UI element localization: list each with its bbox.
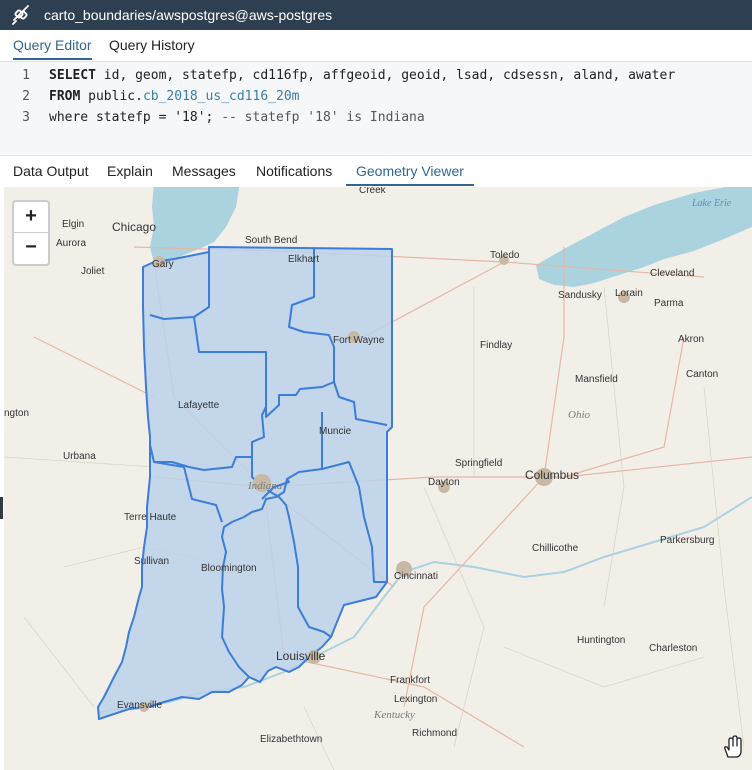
label-huntington: Huntington	[577, 635, 625, 646]
sql-semicolon: ;	[205, 110, 222, 125]
label-lake-erie: Lake Erie	[691, 198, 732, 209]
tab-data-output[interactable]: Data Output	[13, 156, 89, 186]
label-ohio: Ohio	[568, 409, 591, 421]
tab-query-editor[interactable]: Query Editor	[13, 30, 92, 60]
label-cleveland: Cleveland	[650, 268, 694, 279]
connection-title: carto_boundaries/awspostgres@aws-postgre…	[44, 7, 333, 23]
label-louisville: Louisville	[276, 649, 326, 663]
label-south-bend: South Bend	[245, 235, 297, 246]
line-number: 1	[22, 68, 30, 83]
label-springfield: Springfield	[455, 458, 502, 469]
label-creek: Creek	[359, 187, 387, 196]
geometry-map[interactable]: Chicago Elgin Aurora Joliet Gary South B…	[4, 187, 752, 770]
label-richmond: Richmond	[412, 728, 457, 739]
label-akron: Akron	[678, 334, 704, 345]
label-cincinnati: Cincinnati	[394, 571, 438, 582]
sql-keyword: where	[49, 110, 89, 125]
sql-editor[interactable]: 1 2 3 SELECT id, geom, statefp, cd116fp,…	[0, 62, 752, 154]
label-lafayette: Lafayette	[178, 400, 220, 411]
label-lorain: Lorain	[615, 288, 643, 299]
label-lexington: Lexington	[394, 694, 437, 705]
label-sandusky: Sandusky	[558, 290, 602, 301]
tab-query-history[interactable]: Query History	[109, 30, 195, 60]
sql-condition: statefp =	[88, 110, 175, 125]
query-tabs: Query Editor Query History	[0, 30, 752, 62]
title-bar: carto_boundaries/awspostgres@aws-postgre…	[0, 0, 752, 30]
code-line-1[interactable]: SELECT id, geom, statefp, cd116fp, affge…	[49, 65, 675, 86]
label-fort-wayne: Fort Wayne	[333, 335, 385, 346]
map-canvas[interactable]: Chicago Elgin Aurora Joliet Gary South B…	[4, 187, 752, 770]
label-charleston: Charleston	[649, 643, 697, 654]
label-gary: Gary	[152, 259, 174, 270]
splitter-handle[interactable]	[0, 497, 3, 519]
tab-explain[interactable]: Explain	[107, 156, 153, 186]
label-toledo: Toledo	[490, 250, 520, 261]
label-parkersburg: Parkersburg	[660, 535, 714, 546]
zoom-control: + −	[12, 200, 50, 266]
label-chicago: Chicago	[112, 220, 156, 234]
label-terre-haute: Terre Haute	[124, 512, 177, 523]
zoom-in-button[interactable]: +	[14, 202, 48, 233]
pan-hand-icon	[724, 735, 742, 758]
label-kentucky: Kentucky	[373, 709, 415, 721]
code-line-3[interactable]: where statefp = '18'; -- statefp '18' is…	[49, 107, 425, 128]
label-mansfield: Mansfield	[575, 374, 618, 385]
sql-string: '18'	[174, 110, 206, 125]
result-tabs: Data Output Explain Messages Notificatio…	[0, 155, 752, 187]
sql-columns: id, geom, statefp, cd116fp, affgeoid, ge…	[95, 68, 676, 83]
line-number: 3	[22, 110, 30, 125]
label-joliet: Joliet	[81, 266, 105, 277]
line-number: 2	[22, 89, 30, 104]
label-dayton: Dayton	[428, 477, 460, 488]
label-columbus: Columbus	[525, 468, 579, 482]
label-elgin: Elgin	[62, 219, 84, 230]
label-bloomington-il: ngton	[4, 408, 29, 419]
label-urbana: Urbana	[63, 451, 96, 462]
sql-keyword: SELECT	[49, 68, 96, 83]
tab-geometry-viewer[interactable]: Geometry Viewer	[346, 156, 474, 186]
label-aurora: Aurora	[56, 238, 86, 249]
tab-notifications[interactable]: Notifications	[256, 156, 332, 186]
label-findlay: Findlay	[480, 340, 512, 351]
label-elkhart: Elkhart	[288, 254, 319, 265]
label-sullivan: Sullivan	[134, 556, 169, 567]
connection-icon	[12, 5, 29, 25]
label-canton: Canton	[686, 369, 718, 380]
sql-table: cb_2018_us_cd116_20m	[142, 89, 300, 104]
code-line-2[interactable]: FROM public.cb_2018_us_cd116_20m	[49, 86, 299, 107]
sql-schema: public.	[80, 89, 143, 104]
district-polygon[interactable]	[97, 246, 393, 720]
label-evansville: Evansville	[117, 700, 162, 711]
label-indiana: Indiana	[247, 480, 283, 492]
zoom-out-button[interactable]: −	[14, 233, 48, 263]
indiana-geometry[interactable]	[97, 246, 393, 720]
tab-messages[interactable]: Messages	[172, 156, 236, 186]
sql-comment: -- statefp '18' is Indiana	[221, 110, 425, 125]
label-chillicothe: Chillicothe	[532, 543, 579, 554]
line-number-gutter: 1 2 3	[0, 62, 40, 154]
sql-keyword: FROM	[49, 89, 81, 104]
label-muncie: Muncie	[319, 426, 352, 437]
label-parma: Parma	[654, 298, 684, 309]
label-frankfort: Frankfort	[390, 675, 430, 686]
label-elizabethtown: Elizabethtown	[260, 734, 322, 745]
label-bloomington: Bloomington	[201, 563, 257, 574]
